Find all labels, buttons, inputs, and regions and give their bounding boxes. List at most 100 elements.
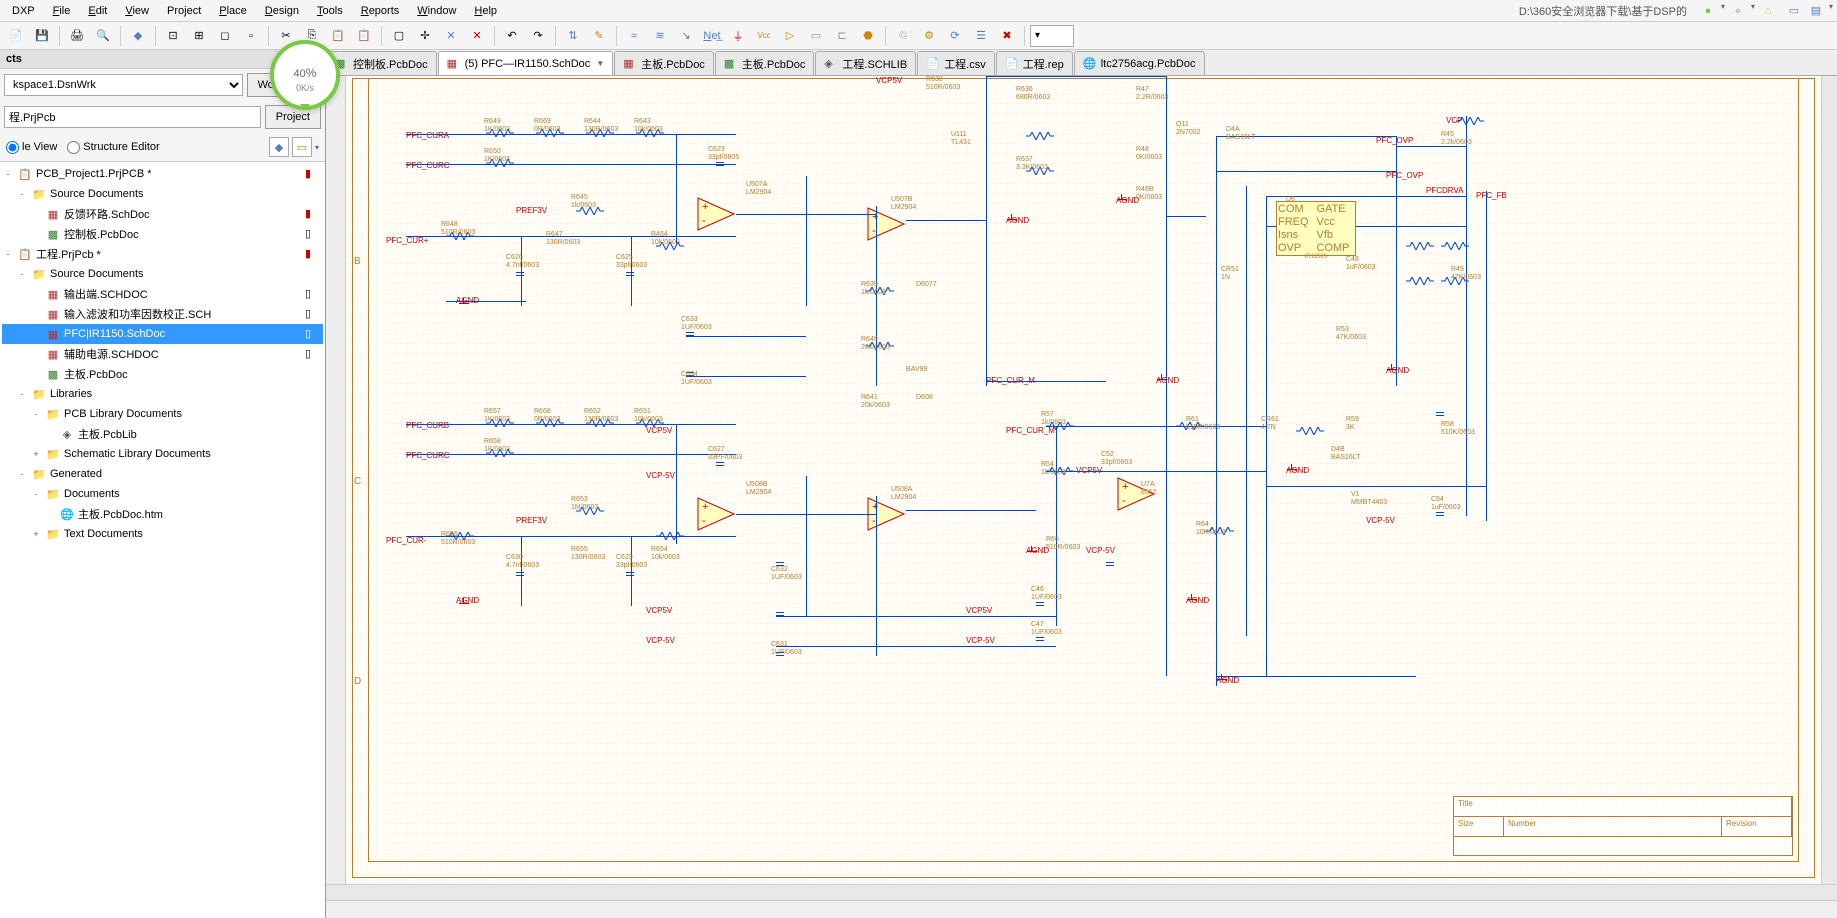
tree-item-15[interactable]: - 📁 Generated bbox=[2, 464, 323, 484]
sheet-entry-icon[interactable]: ⊏ bbox=[830, 24, 854, 48]
view-opt1-icon[interactable]: ◆ bbox=[269, 137, 289, 157]
net-label-icon[interactable]: Net̲ bbox=[700, 24, 724, 48]
tree-item-17[interactable]: 🌐 主板.PcbDoc.htm bbox=[2, 504, 323, 524]
scrollbar-vertical[interactable] bbox=[1821, 76, 1837, 884]
tree-item-16[interactable]: - 📁 Documents bbox=[2, 484, 323, 504]
tree-item-12[interactable]: - 📁 PCB Library Documents bbox=[2, 404, 323, 424]
project-tree[interactable]: - 📋 PCB_Project1.PrjPCB * ▮- 📁 Source Do… bbox=[0, 162, 325, 918]
menu-reports[interactable]: Reports bbox=[353, 3, 408, 19]
select-icon[interactable]: ▢ bbox=[387, 24, 411, 48]
tab-4[interactable]: ◈ 工程.SCHLIB bbox=[815, 51, 916, 75]
nav-fwd-icon[interactable]: ● bbox=[1729, 2, 1747, 20]
tree-item-8[interactable]: ▦ PFC|IR1150.SchDoc ▯ bbox=[2, 324, 323, 344]
bus-entry-icon[interactable]: ↘ bbox=[674, 24, 698, 48]
workspace-select[interactable]: kspace1.DsnWrk bbox=[4, 74, 243, 96]
vcc-icon[interactable]: Vcc bbox=[752, 24, 776, 48]
paste-icon[interactable]: 📋 bbox=[326, 24, 350, 48]
expander-icon[interactable]: - bbox=[16, 189, 28, 199]
zoom-dropdown[interactable]: ▾ bbox=[1030, 25, 1074, 47]
redo-icon[interactable]: ↷ bbox=[526, 24, 550, 48]
tree-item-18[interactable]: + 📁 Text Documents bbox=[2, 524, 323, 544]
expander-icon[interactable]: - bbox=[2, 249, 14, 259]
tab-7[interactable]: 🌐 ltc2756acg.PcbDoc bbox=[1074, 51, 1205, 75]
part-icon[interactable]: ▷ bbox=[778, 24, 802, 48]
expander-icon[interactable]: - bbox=[16, 269, 28, 279]
tree-item-14[interactable]: + 📁 Schematic Library Documents bbox=[2, 444, 323, 464]
sheet-icon[interactable]: ▭ bbox=[804, 24, 828, 48]
print-icon[interactable]: 🖨 bbox=[65, 24, 89, 48]
expander-icon[interactable]: - bbox=[2, 169, 14, 179]
capacitor bbox=[1106, 556, 1114, 572]
schematic-canvas[interactable]: B C D PFC_CURAPFC_CURCPREF3VPFC_CUR+AGND… bbox=[346, 76, 1821, 884]
layout2-icon[interactable]: ▤ bbox=[1807, 2, 1825, 20]
menu-help[interactable]: Help bbox=[466, 3, 505, 19]
port-icon[interactable]: ⬣ bbox=[856, 24, 880, 48]
tree-item-13[interactable]: ◈ 主板.PcbLib bbox=[2, 424, 323, 444]
expander-icon[interactable]: + bbox=[30, 449, 42, 459]
tree-item-5[interactable]: - 📁 Source Documents bbox=[2, 264, 323, 284]
menu-view[interactable]: View bbox=[117, 3, 157, 19]
structure-editor-radio[interactable]: Structure Editor bbox=[67, 141, 159, 154]
menu-window[interactable]: Window bbox=[409, 3, 464, 19]
project-field[interactable] bbox=[4, 106, 261, 128]
open-icon[interactable]: ◆ bbox=[126, 24, 150, 48]
zoom-fit-icon[interactable]: ⊡ bbox=[161, 24, 185, 48]
tree-item-3[interactable]: ▩ 控制板.PcbDoc ▯ bbox=[2, 224, 323, 244]
view-opt2-icon[interactable]: ▭ bbox=[292, 137, 312, 157]
expander-icon[interactable]: - bbox=[16, 469, 28, 479]
zoom-100-icon[interactable]: ▫ bbox=[239, 24, 263, 48]
tree-item-10[interactable]: ▩ 主板.PcbDoc bbox=[2, 364, 323, 384]
expander-icon[interactable]: - bbox=[30, 489, 42, 499]
move-icon[interactable]: ✢ bbox=[413, 24, 437, 48]
browse-icon[interactable]: ☰ bbox=[969, 24, 993, 48]
tree-item-4[interactable]: - 📋 工程.PrjPcb * ▮ bbox=[2, 244, 323, 264]
compile-icon[interactable]: ♲ bbox=[891, 24, 915, 48]
menu-design[interactable]: Design bbox=[257, 3, 307, 19]
cross-probe-icon[interactable]: ✎ bbox=[587, 24, 611, 48]
deselect-icon[interactable]: ✕ bbox=[439, 24, 463, 48]
scrollbar-horizontal[interactable] bbox=[326, 884, 1837, 900]
tab-6[interactable]: 📄 工程.rep bbox=[996, 51, 1073, 75]
tree-item-2[interactable]: ▦ 反馈环路.SchDoc ▮ bbox=[2, 204, 323, 224]
gnd-icon[interactable]: ⏚ bbox=[726, 24, 750, 48]
expander-icon[interactable]: - bbox=[16, 389, 28, 399]
wire-icon[interactable]: ≈ bbox=[622, 24, 646, 48]
tree-item-9[interactable]: ▦ 辅助电源.SCHDOC ▯ bbox=[2, 344, 323, 364]
menu-file[interactable]: File bbox=[45, 3, 79, 19]
update-icon[interactable]: ⟳ bbox=[943, 24, 967, 48]
nav-home-icon[interactable]: ⌂ bbox=[1759, 2, 1777, 20]
preview-icon[interactable]: 🔍 bbox=[91, 24, 115, 48]
new-doc-icon[interactable]: 📄 bbox=[4, 24, 28, 48]
tab-1[interactable]: ▦ (5) PFC—IR1150.SchDoc▼ bbox=[438, 51, 614, 75]
nav-back-icon[interactable]: ● bbox=[1699, 2, 1717, 20]
tree-item-6[interactable]: ▦ 输出端.SCHDOC ▯ bbox=[2, 284, 323, 304]
zoom-sel-icon[interactable]: ◻ bbox=[213, 24, 237, 48]
tree-item-7[interactable]: ▦ 输入滤波和功率因数校正.SCH ▯ bbox=[2, 304, 323, 324]
tree-item-0[interactable]: - 📋 PCB_Project1.PrjPCB * ▮ bbox=[2, 164, 323, 184]
menu-project[interactable]: Project bbox=[159, 3, 209, 19]
layout1-icon[interactable]: ▭ bbox=[1785, 2, 1803, 20]
delete-icon[interactable]: ✖ bbox=[995, 24, 1019, 48]
menu-dxp[interactable]: DXP bbox=[4, 3, 43, 19]
save-icon[interactable]: 💾 bbox=[30, 24, 54, 48]
tree-item-1[interactable]: - 📁 Source Documents bbox=[2, 184, 323, 204]
file-view-radio[interactable]: le View bbox=[6, 141, 57, 154]
annotate-icon[interactable]: ⚙ bbox=[917, 24, 941, 48]
hierarchy-up-icon[interactable]: ⇅ bbox=[561, 24, 585, 48]
chevron-down-icon[interactable]: ▼ bbox=[596, 59, 604, 68]
bus-icon[interactable]: ≋ bbox=[648, 24, 672, 48]
tab-3[interactable]: ▩ 主板.PcbDoc bbox=[715, 51, 815, 75]
tab-2[interactable]: ▦ 主板.PcbDoc bbox=[614, 51, 714, 75]
paste-opt-icon[interactable]: 📋 bbox=[352, 24, 376, 48]
zoom-area-icon[interactable]: ⊞ bbox=[187, 24, 211, 48]
tree-item-11[interactable]: - 📁 Libraries bbox=[2, 384, 323, 404]
menu-edit[interactable]: Edit bbox=[80, 3, 115, 19]
undo-icon[interactable]: ↶ bbox=[500, 24, 524, 48]
tab-5[interactable]: 📄 工程.csv bbox=[917, 51, 995, 75]
expander-icon[interactable]: - bbox=[30, 409, 42, 419]
menu-tools[interactable]: Tools bbox=[309, 3, 351, 19]
menu-place[interactable]: Place bbox=[211, 3, 255, 19]
clear-icon[interactable]: ✕ bbox=[465, 24, 489, 48]
tab-0[interactable]: ▩ 控制板.PcbDoc bbox=[326, 51, 437, 75]
expander-icon[interactable]: + bbox=[30, 529, 42, 539]
